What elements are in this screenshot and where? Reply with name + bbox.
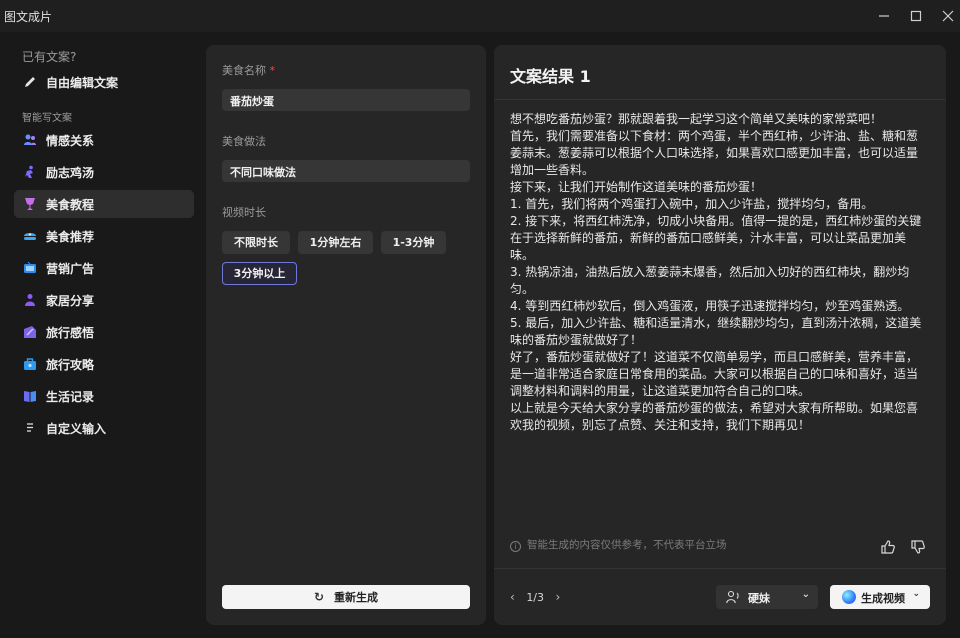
divider bbox=[494, 99, 946, 100]
thumbs-down-icon[interactable] bbox=[910, 539, 926, 555]
doc-icon bbox=[27, 423, 33, 432]
chevron-down-icon: ⌄ bbox=[801, 589, 810, 600]
sidebar-item-marketing[interactable]: 营销广告 bbox=[14, 254, 194, 282]
next-page-icon[interactable]: › bbox=[556, 590, 561, 604]
result-paragraph: 以上就是今天给大家分享的番茄炒蛋的做法，希望对大家有所帮助。如果您喜欢我的视频，… bbox=[510, 401, 919, 432]
result-title: 文案结果 1 bbox=[510, 67, 591, 86]
result-paragraph: 3. 热锅凉油，油热后放入葱姜蒜末爆香，然后加入切好的西红柿块，翻炒均匀。 bbox=[510, 265, 910, 296]
result-paragraph: 1. 首先，我们将两个鸡蛋打入碗中，加入少许盐，搅拌均匀，备用。 bbox=[510, 197, 874, 211]
result-paragraph: 好了，番茄炒蛋就做好了！这道菜不仅简单易学，而且口感鲜美，营养丰富，是一道非常适… bbox=[510, 350, 919, 398]
sidebar-item-free-edit[interactable]: 自由编辑文案 bbox=[14, 68, 194, 96]
prev-page-icon[interactable]: ‹ bbox=[510, 590, 515, 604]
sidebar-item-label: 美食推荐 bbox=[46, 230, 95, 244]
thumbs-up-icon[interactable] bbox=[880, 539, 896, 555]
required-mark: * bbox=[269, 64, 276, 77]
maximize-icon bbox=[910, 10, 922, 22]
duration-option-1-3min[interactable]: 1-3分钟 bbox=[381, 231, 446, 254]
sidebar-item-life-record[interactable]: 生活记录 bbox=[14, 382, 194, 410]
minimize-button[interactable] bbox=[874, 6, 894, 26]
close-icon bbox=[942, 10, 954, 22]
close-button[interactable] bbox=[938, 6, 958, 26]
chevron-down-icon: ⌄ bbox=[912, 589, 920, 599]
duration-option-3min-plus[interactable]: 3分钟以上 bbox=[222, 262, 297, 285]
result-panel: 文案结果 1 想不想吃番茄炒蛋？那就跟着我一起学习这个简单又美味的家常菜吧！ 首… bbox=[494, 45, 946, 625]
pencil-icon bbox=[25, 77, 35, 87]
sidebar-item-label: 励志鸡汤 bbox=[46, 166, 95, 180]
food-name-label-text: 美食名称 bbox=[222, 64, 266, 77]
travel-icon bbox=[24, 326, 36, 338]
sidebar-item-label: 营销广告 bbox=[46, 262, 95, 276]
regenerate-button[interactable]: ↻ 重新生成 bbox=[222, 585, 470, 609]
result-text[interactable]: 想不想吃番茄炒蛋？那就跟着我一起学习这个简单又美味的家常菜吧！ 首先，我们需要准… bbox=[510, 111, 924, 434]
sidebar-item-custom-input[interactable]: 自定义输入 bbox=[14, 414, 194, 442]
sidebar-item-food-recommend[interactable]: 美食推荐 bbox=[14, 222, 194, 250]
voice-person-icon bbox=[726, 590, 739, 604]
sidebar-item-label: 情感关系 bbox=[46, 134, 95, 148]
sidebar-item-inspiration[interactable]: 励志鸡汤 bbox=[14, 158, 194, 186]
window-title: 图文成片 bbox=[4, 10, 53, 24]
page-indicator: 1/3 bbox=[526, 591, 545, 604]
existing-copy-header: 已有文案? bbox=[22, 50, 77, 64]
home-person-icon bbox=[25, 294, 35, 306]
minimize-icon bbox=[879, 15, 889, 17]
sidebar: 已有文案? 自由编辑文案 智能写文案 情感关系 励志鸡汤 美食教程 美食推荐 营… bbox=[0, 32, 204, 638]
smart-copy-header: 智能写文案 bbox=[22, 113, 72, 124]
method-input[interactable]: 不同口味做法 bbox=[222, 160, 470, 182]
sidebar-item-home[interactable]: 家居分享 bbox=[14, 286, 194, 314]
cup-icon bbox=[25, 198, 35, 210]
sidebar-item-travel-thoughts[interactable]: 旅行感悟 bbox=[14, 318, 194, 346]
bag-icon bbox=[24, 358, 36, 370]
people-icon bbox=[24, 134, 36, 145]
sidebar-item-food-tutorial[interactable]: 美食教程 bbox=[14, 190, 194, 218]
method-label: 美食做法 bbox=[222, 135, 266, 148]
voice-label: 硬妹 bbox=[748, 592, 770, 605]
generate-video-label: 生成视频 bbox=[861, 592, 905, 605]
duration-option-1min[interactable]: 1分钟左右 bbox=[298, 231, 373, 254]
sidebar-item-label: 家居分享 bbox=[46, 294, 95, 308]
result-paragraph: 接下来，让我们开始制作这道美味的番茄炒蛋！ bbox=[510, 180, 763, 194]
food-icon bbox=[24, 233, 36, 240]
sidebar-item-travel-guide[interactable]: 旅行攻略 bbox=[14, 350, 194, 378]
disclaimer: i 智能生成的内容仅供参考，不代表平台立场 bbox=[510, 537, 727, 552]
result-paragraph: 5. 最后，加入少许盐、糖和适量清水，继续翻炒均匀，直到汤汁浓稠，这道美味的番茄… bbox=[510, 316, 922, 347]
tv-icon bbox=[24, 261, 36, 273]
duration-label: 视频时长 bbox=[222, 206, 266, 219]
sidebar-item-label: 自由编辑文案 bbox=[46, 76, 119, 90]
form-panel: 美食名称 * 番茄炒蛋 美食做法 不同口味做法 视频时长 不限时长 1分钟左右 … bbox=[206, 45, 486, 625]
generate-video-button[interactable]: 生成视频 ⌄ bbox=[830, 585, 930, 609]
food-name-label: 美食名称 * bbox=[222, 62, 275, 78]
disclaimer-text: 智能生成的内容仅供参考，不代表平台立场 bbox=[527, 539, 727, 551]
divider bbox=[494, 568, 946, 569]
sidebar-item-label: 自定义输入 bbox=[46, 422, 107, 436]
refresh-icon: ↻ bbox=[313, 590, 325, 604]
voice-select[interactable]: 硬妹 ⌄ bbox=[716, 585, 818, 609]
result-paragraph: 4. 等到西红柿炒软后，倒入鸡蛋液，用筷子迅速搅拌均匀，炒至鸡蛋熟透。 bbox=[510, 299, 910, 313]
sidebar-item-label: 美食教程 bbox=[46, 198, 95, 212]
maximize-button[interactable] bbox=[906, 6, 926, 26]
regenerate-label: 重新生成 bbox=[334, 591, 379, 604]
sidebar-item-label: 旅行攻略 bbox=[46, 358, 95, 372]
result-pager: ‹ 1/3 › bbox=[510, 590, 560, 604]
sidebar-item-label: 生活记录 bbox=[46, 390, 95, 404]
result-paragraph: 首先，我们需要准备以下食材：两个鸡蛋，半个西红柿，少许油、盐、糖和葱姜蒜末。葱姜… bbox=[510, 129, 919, 177]
title-bar: 图文成片 bbox=[0, 0, 960, 32]
result-paragraph: 想不想吃番茄炒蛋？那就跟着我一起学习这个简单又美味的家常菜吧！ bbox=[510, 112, 883, 126]
sidebar-item-emotion[interactable]: 情感关系 bbox=[14, 126, 194, 154]
orb-icon bbox=[842, 590, 856, 604]
sidebar-item-label: 旅行感悟 bbox=[46, 326, 95, 340]
food-name-input[interactable]: 番茄炒蛋 bbox=[222, 89, 470, 111]
result-paragraph: 2. 接下来，将西红柿洗净，切成小块备用。值得一提的是，西红柿炒蛋的关键在于选择… bbox=[510, 214, 922, 262]
book-icon bbox=[24, 391, 36, 402]
duration-option-unlimited[interactable]: 不限时长 bbox=[222, 231, 290, 254]
runner-icon bbox=[25, 165, 33, 178]
info-icon: i bbox=[510, 541, 521, 552]
